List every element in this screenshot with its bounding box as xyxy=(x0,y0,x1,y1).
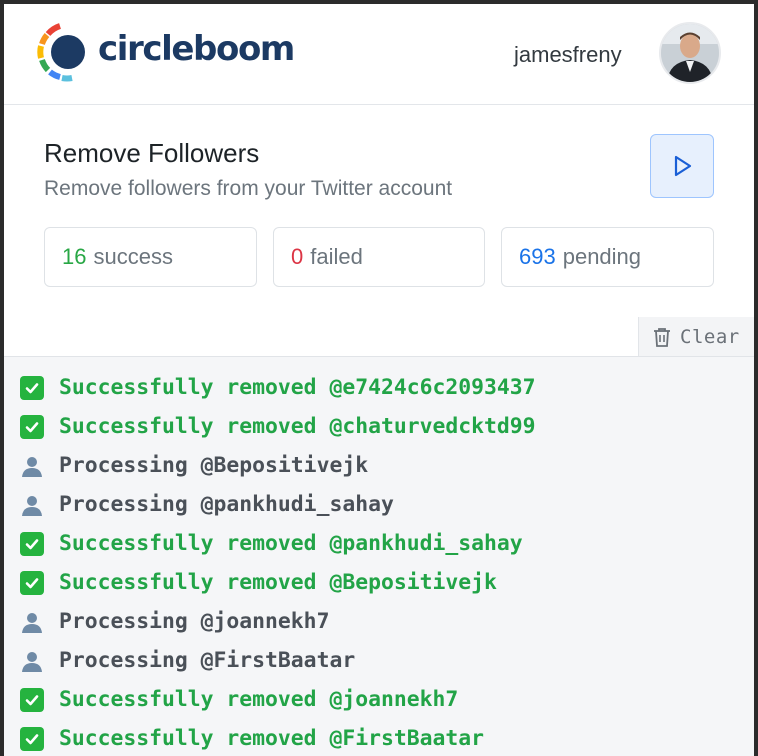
log-line-text: Successfully removed @chaturvedcktd99 xyxy=(59,414,536,439)
extension-popup: circleboom jamesfreny Remove Followers R… xyxy=(0,0,758,756)
circleboom-logo-icon xyxy=(37,23,85,82)
log-line: Successfully removed @chaturvedcktd99 xyxy=(4,407,754,446)
check-icon xyxy=(18,569,45,596)
pending-count: 693 xyxy=(519,244,556,269)
log-line: Processing @joannekh7 xyxy=(4,602,754,641)
log-line-text: Successfully removed @FirstBaatar xyxy=(59,726,484,751)
log-line-text: Successfully removed @e7424c6c2093437 xyxy=(59,375,536,400)
check-icon xyxy=(18,686,45,713)
activity-log[interactable]: Successfully removed @e7424c6c2093437 Suc… xyxy=(4,356,754,756)
user-photo-icon xyxy=(661,24,719,82)
brand-name: circleboom xyxy=(98,29,295,69)
failed-count: 0 xyxy=(291,244,304,269)
username[interactable]: jamesfreny xyxy=(514,42,622,68)
log-line-text: Successfully removed @Bepositivejk xyxy=(59,570,497,595)
log-line: Successfully removed @FirstBaatar xyxy=(4,719,754,756)
user-icon xyxy=(18,608,45,635)
stat-success: 16 success xyxy=(44,227,257,287)
success-label: success xyxy=(93,244,173,269)
log-line: Processing @FirstBaatar xyxy=(4,641,754,680)
log-line: Successfully removed @e7424c6c2093437 xyxy=(4,368,754,407)
log-line: Processing @pankhudi_sahay xyxy=(4,485,754,524)
avatar[interactable] xyxy=(659,22,721,84)
log-line-text: Processing @joannekh7 xyxy=(59,609,330,634)
task-subtitle: Remove followers from your Twitter accou… xyxy=(44,177,453,200)
stat-failed: 0 failed xyxy=(273,227,485,287)
run-task-button[interactable] xyxy=(650,134,714,198)
success-count: 16 xyxy=(62,244,87,269)
log-line-text: Processing @pankhudi_sahay xyxy=(59,492,394,517)
log-line-text: Processing @Bepositivejk xyxy=(59,453,369,478)
task-title: Remove Followers xyxy=(44,138,260,168)
user-icon xyxy=(18,452,45,479)
header: circleboom jamesfreny xyxy=(4,4,754,105)
clear-log-button[interactable]: Clear xyxy=(638,317,754,357)
stat-pending: 693 pending xyxy=(501,227,714,287)
log-line: Successfully removed @pankhudi_sahay xyxy=(4,524,754,563)
failed-label: failed xyxy=(310,244,363,269)
check-icon xyxy=(18,725,45,752)
check-icon xyxy=(18,374,45,401)
log-line-text: Successfully removed @pankhudi_sahay xyxy=(59,531,523,556)
user-icon xyxy=(18,491,45,518)
task-info: Remove Followers Remove followers from y… xyxy=(44,138,452,201)
log-line: Successfully removed @Bepositivejk xyxy=(4,563,754,602)
log-line-text: Successfully removed @joannekh7 xyxy=(59,687,459,712)
pending-label: pending xyxy=(562,244,642,269)
check-icon xyxy=(18,530,45,557)
log-line: Successfully removed @joannekh7 xyxy=(4,680,754,719)
brand-logo[interactable]: circleboom xyxy=(34,20,295,82)
check-icon xyxy=(18,413,45,440)
play-icon xyxy=(674,155,692,177)
clear-label: Clear xyxy=(680,326,740,348)
trash-icon xyxy=(654,328,670,347)
user-icon xyxy=(18,647,45,674)
log-line-text: Processing @FirstBaatar xyxy=(59,648,356,673)
log-line: Processing @Bepositivejk xyxy=(4,446,754,485)
